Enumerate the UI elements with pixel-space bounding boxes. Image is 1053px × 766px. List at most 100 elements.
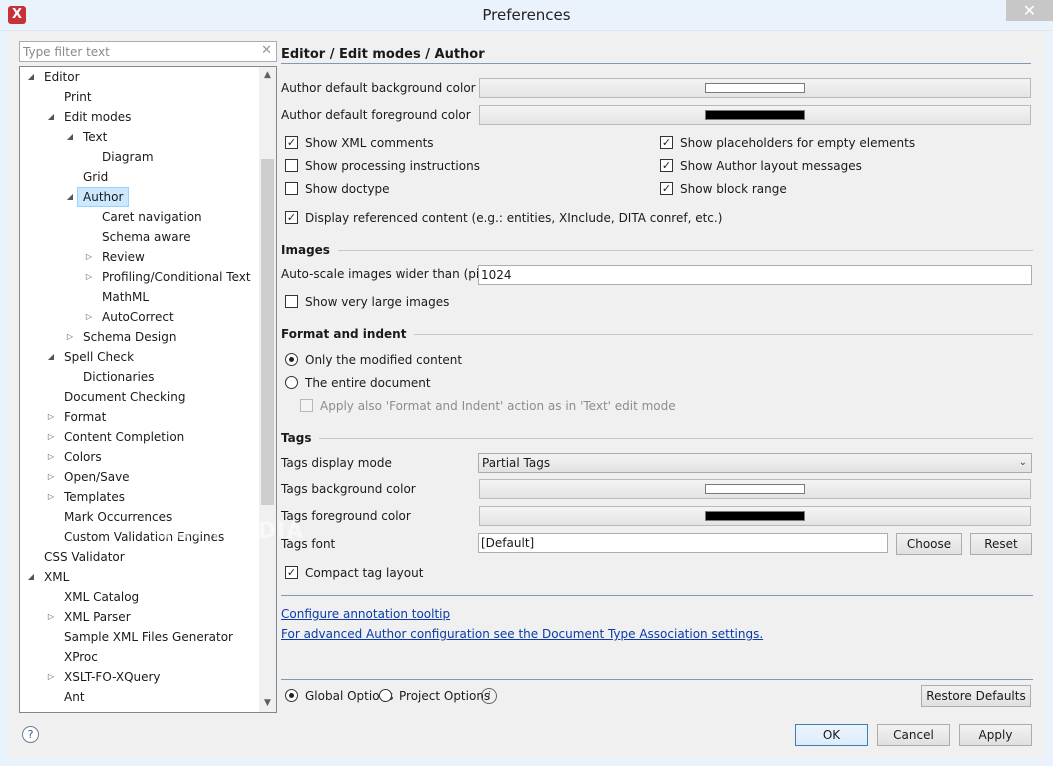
annotation-tooltip-link[interactable]: Configure annotation tooltip bbox=[281, 606, 450, 622]
preferences-tree: ▲ ▼ ◢ Editor Print ◢ Edit modes ◢ Text Diagram G… bbox=[19, 66, 277, 713]
checkbox-box[interactable]: ✓ bbox=[285, 136, 298, 149]
help-icon[interactable]: ? bbox=[22, 726, 39, 743]
tree-item[interactable]: Dictionaries bbox=[20, 367, 260, 387]
info-icon[interactable]: i bbox=[481, 688, 497, 704]
choose-font-button[interactable]: Choose bbox=[896, 533, 962, 555]
checkbox-box[interactable] bbox=[285, 159, 298, 172]
tree-item[interactable]: ◢ Text bbox=[20, 127, 260, 147]
checkbox-box[interactable] bbox=[285, 295, 298, 308]
reset-font-button[interactable]: Reset bbox=[970, 533, 1032, 555]
expand-arrow-open-icon[interactable]: ◢ bbox=[45, 107, 57, 127]
checkbox-box[interactable] bbox=[285, 182, 298, 195]
filter-input[interactable] bbox=[20, 42, 250, 61]
expand-arrow-open-icon[interactable]: ◢ bbox=[64, 127, 76, 147]
section-title: Images bbox=[281, 242, 338, 258]
radio-label: Only the modified content bbox=[305, 353, 463, 367]
tree-item[interactable]: CSS Validator bbox=[20, 547, 260, 567]
expand-arrow-closed-icon[interactable]: ▷ bbox=[83, 267, 95, 287]
tree-item[interactable]: Schema aware bbox=[20, 227, 260, 247]
tree-item[interactable]: MathML bbox=[20, 287, 260, 307]
tree-item[interactable]: Grid bbox=[20, 167, 260, 187]
tree-item[interactable]: ▷ Colors bbox=[20, 447, 260, 467]
tree-item[interactable]: ▷ XML Parser bbox=[20, 607, 260, 627]
tree-item-label: Review bbox=[102, 250, 145, 264]
tree-item-label: XML bbox=[44, 570, 70, 584]
scroll-up-icon[interactable]: ▲ bbox=[259, 67, 276, 84]
checkbox-box[interactable]: ✓ bbox=[660, 136, 673, 149]
expand-arrow-closed-icon[interactable]: ▷ bbox=[45, 467, 57, 487]
tree-item[interactable]: Document Checking bbox=[20, 387, 260, 407]
tree-item[interactable]: Sample XML Files Generator bbox=[20, 627, 260, 647]
expand-arrow-open-icon[interactable]: ◢ bbox=[25, 567, 37, 587]
expand-arrow-closed-icon[interactable]: ▷ bbox=[45, 407, 57, 427]
expand-arrow-closed-icon[interactable]: ▷ bbox=[45, 427, 57, 447]
author-fg-color-picker[interactable] bbox=[479, 105, 1031, 125]
tree-item[interactable]: ▷ Content Completion bbox=[20, 427, 260, 447]
scroll-thumb[interactable] bbox=[261, 159, 274, 505]
tags-display-mode-select[interactable]: Partial Tags ⌄ bbox=[478, 453, 1032, 473]
tree-item[interactable]: Custom Validation Engines bbox=[20, 527, 260, 547]
radio-circle[interactable] bbox=[379, 689, 392, 702]
tree-item[interactable]: Mark Occurrences bbox=[20, 507, 260, 527]
tags-bg-color-picker[interactable] bbox=[479, 479, 1031, 499]
expand-arrow-open-icon[interactable]: ◢ bbox=[64, 187, 76, 207]
checkbox-box[interactable]: ✓ bbox=[285, 566, 298, 579]
tree-item[interactable]: ▷ Profiling/Conditional Text bbox=[20, 267, 260, 287]
author-bg-color-picker[interactable] bbox=[479, 78, 1031, 98]
tree-item[interactable]: Diagram bbox=[20, 147, 260, 167]
checkbox-box[interactable]: ✓ bbox=[660, 159, 673, 172]
tree-item-label: Templates bbox=[64, 490, 126, 504]
tree-item-label: Caret navigation bbox=[102, 210, 202, 224]
cancel-button[interactable]: Cancel bbox=[877, 724, 950, 746]
restore-defaults-button[interactable]: Restore Defaults bbox=[921, 685, 1031, 707]
autoscale-input[interactable]: 1024 bbox=[478, 265, 1032, 285]
expand-arrow-closed-icon[interactable]: ▷ bbox=[45, 447, 57, 467]
checkbox-box[interactable]: ✓ bbox=[285, 211, 298, 224]
apply-button[interactable]: Apply bbox=[959, 724, 1032, 746]
checkbox-label: Show Author layout messages bbox=[680, 159, 862, 173]
section-divider bbox=[281, 250, 1033, 251]
checkbox-box[interactable] bbox=[300, 399, 313, 412]
tree-item-label: XProc bbox=[64, 650, 98, 664]
document-type-association-link[interactable]: For advanced Author configuration see th… bbox=[281, 626, 763, 642]
expand-arrow-closed-icon[interactable]: ▷ bbox=[45, 607, 57, 627]
scroll-down-icon[interactable]: ▼ bbox=[259, 695, 276, 712]
checkbox-box[interactable]: ✓ bbox=[660, 182, 673, 195]
tree-item[interactable]: ▷ Review bbox=[20, 247, 260, 267]
tags-bg-color-label: Tags background color bbox=[281, 482, 416, 496]
tree-item[interactable]: XProc bbox=[20, 647, 260, 667]
tree-item[interactable]: XML Catalog bbox=[20, 587, 260, 607]
tree-item[interactable]: ◢ XML bbox=[20, 567, 260, 587]
expand-arrow-closed-icon[interactable]: ▷ bbox=[45, 667, 57, 687]
ok-button[interactable]: OK bbox=[795, 724, 868, 746]
expand-arrow-closed-icon[interactable]: ▷ bbox=[83, 247, 95, 267]
tree-item[interactable]: ▷ AutoCorrect bbox=[20, 307, 260, 327]
tree-item[interactable]: ▷ Open/Save bbox=[20, 467, 260, 487]
tree-item[interactable]: Caret navigation bbox=[20, 207, 260, 227]
tree-scrollbar[interactable]: ▲ ▼ bbox=[259, 67, 276, 712]
tags-font-field[interactable]: [Default] bbox=[478, 533, 888, 553]
close-button[interactable]: ✕ bbox=[1006, 0, 1053, 21]
tree-item[interactable]: Print bbox=[20, 87, 260, 107]
tree-item[interactable]: ▷ Schema Design bbox=[20, 327, 260, 347]
tags-fg-color-picker[interactable] bbox=[479, 506, 1031, 526]
expand-arrow-closed-icon[interactable]: ▷ bbox=[45, 487, 57, 507]
tree-item[interactable]: ▷ Templates bbox=[20, 487, 260, 507]
expand-arrow-open-icon[interactable]: ◢ bbox=[25, 67, 37, 87]
clear-filter-icon[interactable]: ✕ bbox=[261, 43, 272, 58]
tree-item[interactable]: ◢ Edit modes bbox=[20, 107, 260, 127]
expand-arrow-closed-icon[interactable]: ▷ bbox=[64, 327, 76, 347]
tree-item-label: Dictionaries bbox=[83, 370, 155, 384]
tree-item[interactable]: ◢ Spell Check bbox=[20, 347, 260, 367]
tree-item[interactable]: ▷ Format bbox=[20, 407, 260, 427]
radio-circle[interactable] bbox=[285, 689, 298, 702]
expand-arrow-closed-icon[interactable]: ▷ bbox=[83, 307, 95, 327]
tree-item[interactable]: Ant bbox=[20, 687, 260, 707]
tree-item[interactable]: ◢ Editor bbox=[20, 67, 260, 87]
tree-item-label: Open/Save bbox=[64, 470, 130, 484]
radio-circle[interactable] bbox=[285, 353, 298, 366]
tree-item[interactable]: ◢ Author bbox=[20, 187, 260, 207]
expand-arrow-open-icon[interactable]: ◢ bbox=[45, 347, 57, 367]
radio-circle[interactable] bbox=[285, 376, 298, 389]
tree-item[interactable]: ▷ XSLT-FO-XQuery bbox=[20, 667, 260, 687]
